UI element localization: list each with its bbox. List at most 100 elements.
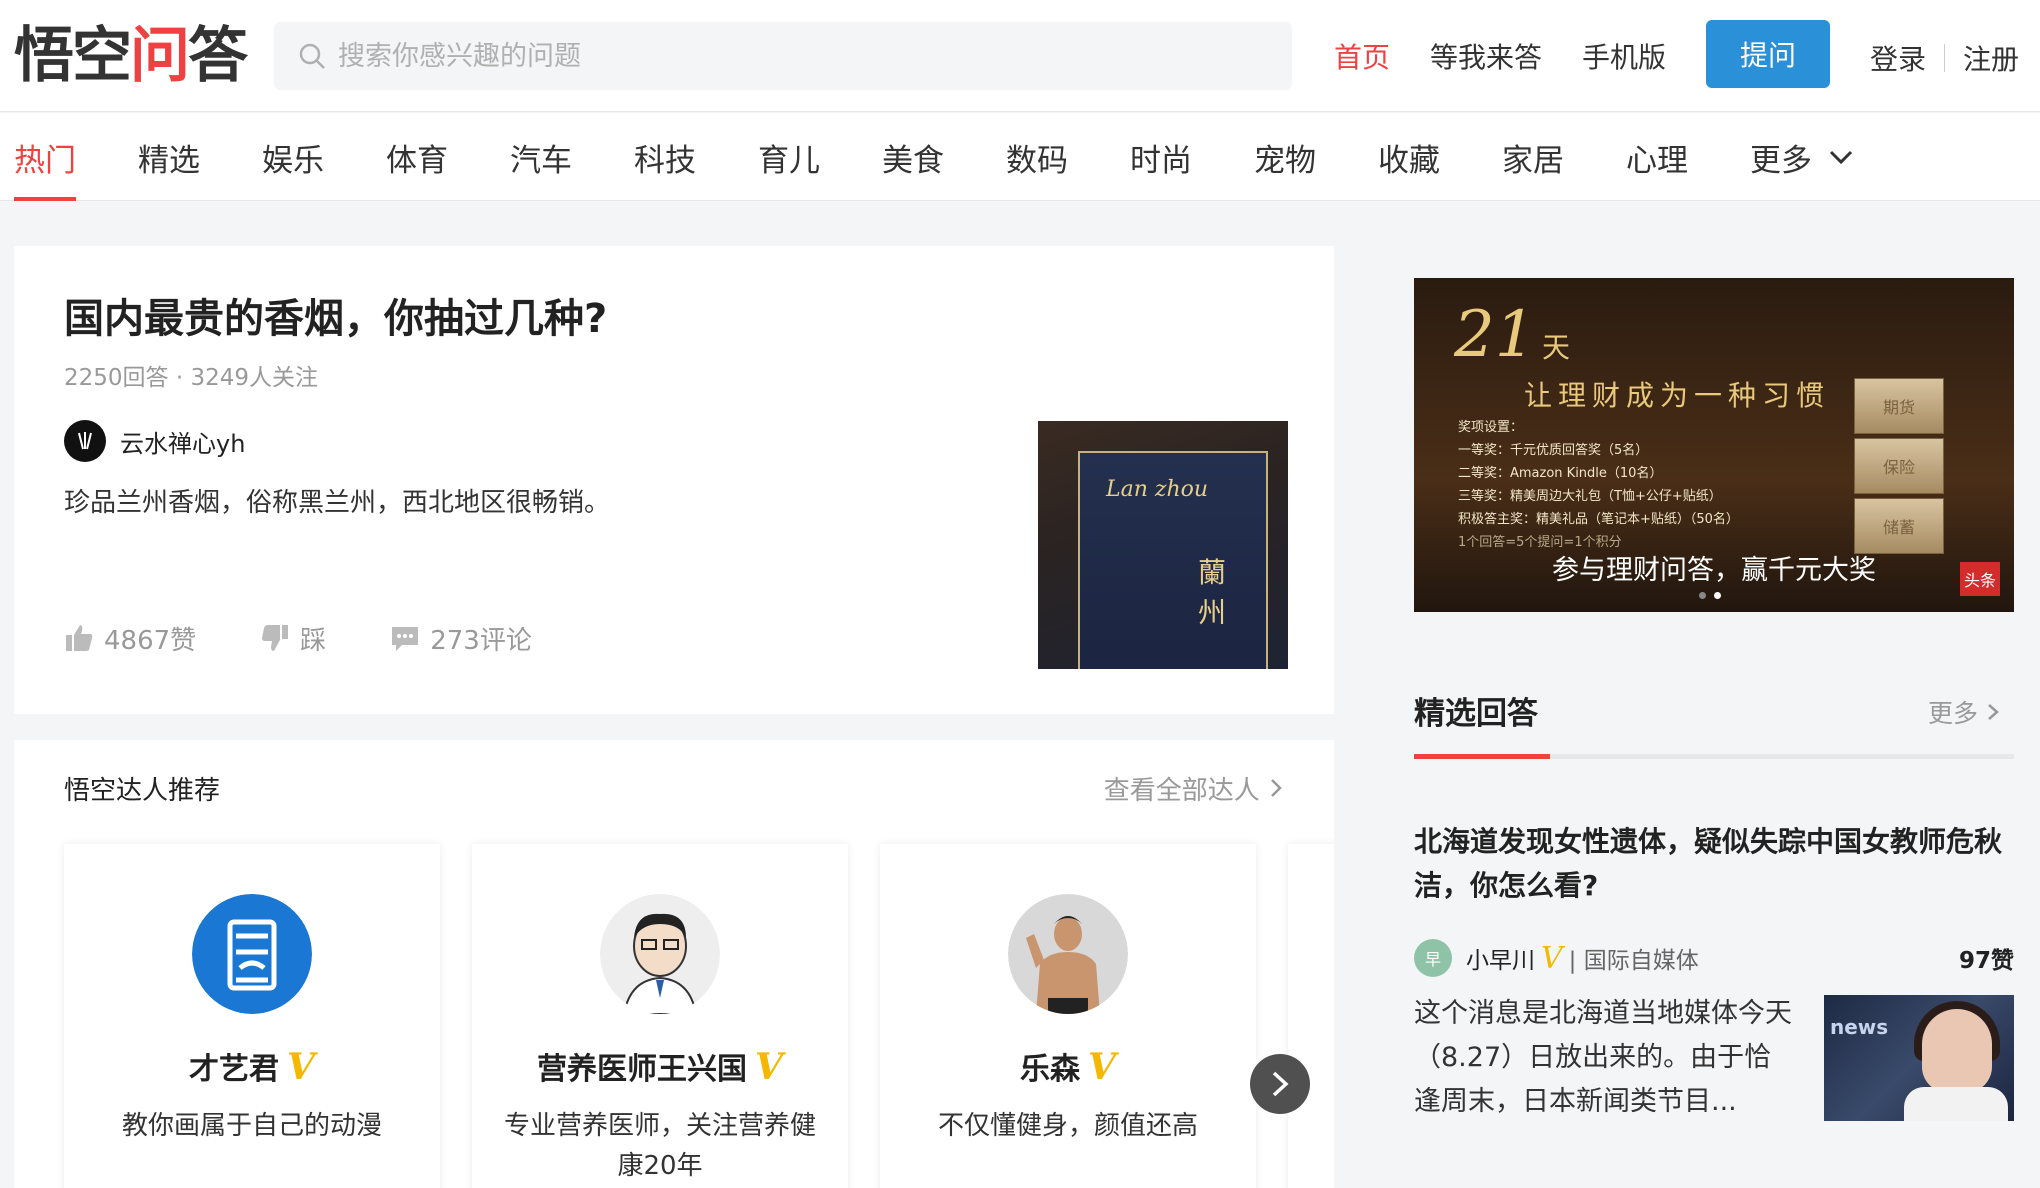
featured-question[interactable]: 北海道发现女性遗体，疑似失踪中国女教师危秋洁，你怎么看? xyxy=(1414,820,2024,908)
nav-mobile[interactable]: 手机版 xyxy=(1582,22,1666,90)
view-all-talents-link[interactable]: 查看全部达人 xyxy=(1104,770,1284,807)
avatar xyxy=(600,894,720,1014)
chevron-right-icon xyxy=(1272,1071,1289,1097)
chevron-right-icon xyxy=(1271,779,1282,797)
tab-more[interactable]: 更多 xyxy=(1750,113,1856,201)
chevron-down-icon xyxy=(1829,150,1853,165)
tab-more-label: 更多 xyxy=(1750,142,1812,179)
talent-card[interactable]: 才艺君 V 教你画属于自己的动漫 xyxy=(64,844,440,1188)
auth-links: 登录 注册 xyxy=(1870,30,2019,86)
dislike-label: 踩 xyxy=(300,625,327,656)
tab-selected[interactable]: 精选 xyxy=(138,113,200,201)
carousel-dot[interactable] xyxy=(1699,592,1706,599)
talent-card[interactable]: 营养医师王兴国 V 专业营养医师，关注营养健康20年 xyxy=(472,844,848,1188)
comment-count: 273评论 xyxy=(430,625,532,656)
talent-card[interactable]: 乐森 V 不仅懂健身，颜值还高 xyxy=(880,844,1256,1188)
comment-icon xyxy=(392,627,419,651)
anchor-face xyxy=(1922,1009,1992,1093)
news-text: news xyxy=(1830,1015,1889,1039)
tab-auto[interactable]: 汽车 xyxy=(510,113,572,201)
search-input[interactable] xyxy=(338,40,1238,72)
featured-user-name[interactable]: 小早川 xyxy=(1466,941,1535,975)
featured-user: 早 小早川 V | 国际自媒体 97赞 xyxy=(1414,938,2014,978)
comment-button[interactable]: 273评论 xyxy=(390,620,532,657)
finance-banner[interactable]: 21 天 让理财成为一种习惯 奖项设置： 一等奖：千元优质回答奖（5名） 二等奖… xyxy=(1414,278,2014,612)
dislike-button[interactable]: 踩 xyxy=(260,620,326,657)
featured-thumbnail[interactable]: news xyxy=(1824,995,2014,1121)
talent-card-partial[interactable] xyxy=(1288,844,1334,1188)
featured-progress xyxy=(1414,754,1550,759)
tab-psychology[interactable]: 心理 xyxy=(1626,113,1688,201)
site-logo[interactable]: 悟空问答 xyxy=(14,21,248,91)
tab-pets[interactable]: 宠物 xyxy=(1254,113,1316,201)
talent-name: 乐森 V xyxy=(1020,1046,1116,1088)
featured-likes: 97赞 xyxy=(1958,948,2014,974)
prize-line: 积极答主奖：精美礼品（笔记本+贴纸）（50名） xyxy=(1458,512,1739,527)
nav-home[interactable]: 首页 xyxy=(1334,22,1390,90)
banner-prize-list: 奖项设置： 一等奖：千元优质回答奖（5名） 二等奖：Amazon Kindle（… xyxy=(1458,416,1739,554)
tab-sports[interactable]: 体育 xyxy=(386,113,448,201)
question-title[interactable]: 国内最贵的香烟，你抽过几种? xyxy=(64,286,607,344)
avatar[interactable]: 早 xyxy=(1414,939,1452,977)
featured-title: 精选回答 xyxy=(1414,696,1538,732)
verified-icon: V xyxy=(755,1046,783,1088)
tab-food[interactable]: 美食 xyxy=(882,113,944,201)
question-meta: 2250回答 · 3249人关注 xyxy=(64,365,318,391)
tab-tech[interactable]: 科技 xyxy=(634,113,696,201)
toutiao-logo: 头条 xyxy=(1960,562,2000,596)
answer-thumbnail[interactable]: Lan zhou 蘭州 xyxy=(1038,421,1288,669)
featured-more-link[interactable]: 更多 xyxy=(1928,694,2000,730)
ask-button[interactable]: 提问 xyxy=(1706,20,1830,88)
thumbs-down-icon xyxy=(262,625,289,651)
feed-card: 国内最贵的香烟，你抽过几种? 2250回答 · 3249人关注 云水禅心yh 珍… xyxy=(14,246,1334,714)
banner-number: 21 xyxy=(1454,298,1536,372)
carousel-dot-active[interactable] xyxy=(1714,592,1721,599)
pack-brand-en: Lan zhou xyxy=(1106,477,1209,502)
tab-fashion[interactable]: 时尚 xyxy=(1130,113,1192,201)
prize-line: 三等奖：精美周边大礼包（T恤+公仔+贴纸） xyxy=(1458,489,1722,504)
like-count: 4867赞 xyxy=(104,625,197,656)
logo-text-da: 答 xyxy=(188,21,248,91)
carousel-next-button[interactable] xyxy=(1250,1054,1310,1114)
search-icon xyxy=(299,43,325,69)
banner-day: 天 xyxy=(1542,331,1571,364)
talent-name: 才艺君 V xyxy=(189,1046,315,1088)
login-link[interactable]: 登录 xyxy=(1870,38,1926,78)
logo-text-wen: 问 xyxy=(130,21,190,91)
block-futures: 期货 xyxy=(1854,378,1944,434)
cigarette-pack-image: Lan zhou 蘭州 xyxy=(1078,451,1268,669)
top-bar: 悟空问答 首页 等我来答 手机版 提问 登录 注册 xyxy=(0,0,2040,112)
talent-desc: 专业营养医师，关注营养健康20年 xyxy=(503,1111,816,1181)
block-savings: 储蓄 xyxy=(1854,498,1944,554)
logo-text-wukong: 悟空 xyxy=(14,21,132,91)
verified-icon: V xyxy=(1541,940,1563,976)
tab-digital[interactable]: 数码 xyxy=(1006,113,1068,201)
author-name: 云水禅心yh xyxy=(120,429,246,458)
register-link[interactable]: 注册 xyxy=(1963,38,2019,78)
talent-desc: 不仅懂健身，颜值还高 xyxy=(937,1111,1198,1141)
tab-entertainment[interactable]: 娱乐 xyxy=(262,113,324,201)
tab-home[interactable]: 家居 xyxy=(1502,113,1564,201)
view-all-label: 查看全部达人 xyxy=(1103,776,1260,806)
talent-desc: 教你画属于自己的动漫 xyxy=(121,1111,382,1141)
avatar xyxy=(192,894,312,1014)
prize-line: 二等奖：Amazon Kindle（10名） xyxy=(1458,466,1663,481)
pack-brand-cn: 蘭州 xyxy=(1198,556,1227,629)
featured-answer-text[interactable]: 这个消息是北海道当地媒体今天（8.27）日放出来的。由于恰逢周末，日本新闻类节目… xyxy=(1414,992,1794,1124)
answer-author[interactable]: 云水禅心yh xyxy=(64,420,245,462)
block-insurance: 保险 xyxy=(1854,438,1944,494)
avatar xyxy=(1008,894,1128,1014)
tab-parenting[interactable]: 育儿 xyxy=(758,113,820,201)
answer-excerpt[interactable]: 珍品兰州香烟，俗称黑兰州，西北地区很畅销。 xyxy=(64,482,610,519)
tab-hot[interactable]: 热门 xyxy=(14,113,76,201)
featured-user-org: | 国际自媒体 xyxy=(1568,948,1699,974)
search-box xyxy=(274,22,1292,90)
talent-recommend-card: 悟空达人推荐 查看全部达人 才艺君 V 教你画属于自己的动漫 营养医师王兴国 V 专… xyxy=(14,740,1334,1188)
thumbs-up-icon xyxy=(66,625,93,651)
banner-slogan: 让理财成为一种习惯 xyxy=(1524,379,1831,412)
nav-answer[interactable]: 等我来答 xyxy=(1430,22,1542,90)
featured-more-label: 更多 xyxy=(1928,699,1979,728)
auth-divider xyxy=(1944,44,1946,72)
like-button[interactable]: 4867赞 xyxy=(64,620,196,657)
tab-collect[interactable]: 收藏 xyxy=(1378,113,1440,201)
